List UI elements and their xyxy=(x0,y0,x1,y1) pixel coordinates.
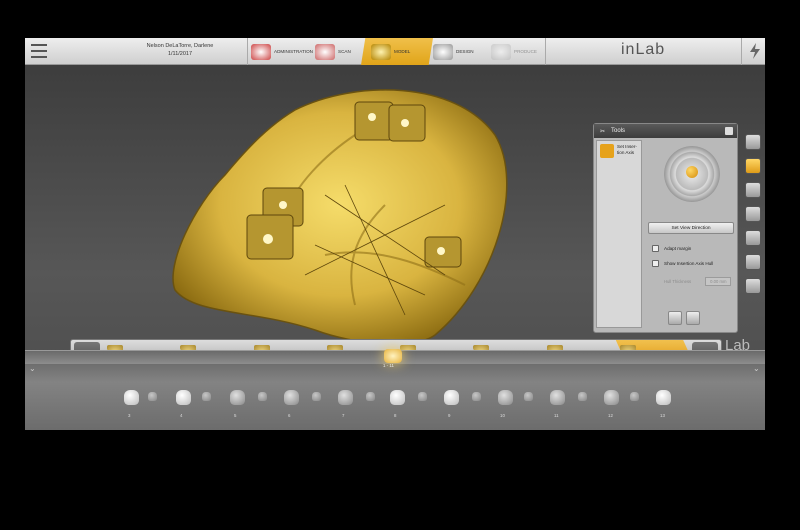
divider xyxy=(545,38,546,65)
design-icon xyxy=(433,43,453,60)
top-bar: Nelson DeLaTorre, Darlene 1/11/2017 ADMI… xyxy=(25,38,765,65)
set-view-direction-button[interactable]: Set View Direction xyxy=(648,222,734,234)
tooth-gap[interactable] xyxy=(148,392,157,401)
model-icon xyxy=(371,43,391,60)
tooth-10[interactable] xyxy=(498,390,513,405)
tooth-12[interactable] xyxy=(604,390,619,405)
divider xyxy=(247,38,248,65)
tooth-gap[interactable] xyxy=(312,392,321,401)
phase-design[interactable]: DESIGN xyxy=(433,38,474,65)
tooth-number: 11 xyxy=(554,413,559,418)
sidebar-analysis-button[interactable] xyxy=(745,230,761,246)
jaw-label: 1 - 11 xyxy=(383,363,394,368)
tooth-3[interactable] xyxy=(124,390,139,405)
tooth-7[interactable] xyxy=(338,390,353,405)
reset-button[interactable] xyxy=(686,311,700,325)
tooth-number: 8 xyxy=(394,413,397,418)
tooth-4[interactable] xyxy=(176,390,191,405)
tooth-6[interactable] xyxy=(284,390,299,405)
patient-info: Nelson DeLaTorre, Darlene 1/11/2017 xyxy=(120,42,240,58)
3d-viewport[interactable]: ✂ Tools Set Inser-tion Axis Set View Dir… xyxy=(25,65,765,367)
right-sidebar xyxy=(745,134,763,302)
administration-icon xyxy=(251,43,271,60)
tooth-number: 6 xyxy=(288,413,291,418)
show-insertion-axis-hull-checkbox[interactable]: Show Insertion Axis Hull xyxy=(652,260,713,267)
tooth-number: 13 xyxy=(660,413,665,418)
tooth-9[interactable] xyxy=(444,390,459,405)
tooth-13[interactable] xyxy=(656,390,671,405)
undo-button[interactable] xyxy=(668,311,682,325)
tooth-number: 3 xyxy=(128,413,131,418)
sidebar-library-button[interactable] xyxy=(745,278,761,294)
tooth-number: 5 xyxy=(234,413,237,418)
checkbox-box[interactable] xyxy=(652,245,659,252)
tools-title: Tools xyxy=(611,128,626,134)
inlab-window: Nelson DeLaTorre, Darlene 1/11/2017 ADMI… xyxy=(25,38,765,430)
tooth-number: 12 xyxy=(608,413,613,418)
tools-panel: ✂ Tools Set Inser-tion Axis Set View Dir… xyxy=(593,123,738,333)
phase-model[interactable]: MODEL xyxy=(361,38,433,65)
checkbox-box[interactable] xyxy=(652,260,659,267)
tooth-gap[interactable] xyxy=(258,392,267,401)
phase-produce[interactable]: PRODUCE xyxy=(491,38,537,65)
tooth-gap[interactable] xyxy=(366,392,375,401)
sidebar-settings-button[interactable] xyxy=(745,254,761,270)
tooth-number: 7 xyxy=(342,413,345,418)
tooth-5[interactable] xyxy=(230,390,245,405)
tooth-8[interactable] xyxy=(390,390,405,405)
tooth-gap[interactable] xyxy=(630,392,639,401)
produce-icon xyxy=(491,43,511,60)
tooth-gap[interactable] xyxy=(578,392,587,401)
brand-logo: inLab xyxy=(621,41,666,58)
patient-date: 1/11/2017 xyxy=(167,51,193,57)
adapt-margin-checkbox[interactable]: Adapt margin xyxy=(652,245,691,252)
sidebar-tools-button[interactable] xyxy=(745,158,761,174)
sidebar-model-button[interactable] xyxy=(745,134,761,150)
tooth-gap[interactable] xyxy=(524,392,533,401)
tooth-number: 10 xyxy=(500,413,505,418)
collapse-right-chevron-icon[interactable]: ⌄ xyxy=(753,364,760,373)
patient-name: Nelson DeLaTorre, Darlene xyxy=(146,43,214,49)
collapse-left-chevron-icon[interactable]: ⌄ xyxy=(29,364,36,373)
tool-set-insertion-axis[interactable]: Set Inser-tion Axis xyxy=(597,141,641,161)
menu-icon[interactable] xyxy=(31,44,47,58)
sidebar-screenshot-button[interactable] xyxy=(745,206,761,222)
joystick-knob[interactable] xyxy=(686,166,698,178)
flash-icon[interactable] xyxy=(749,43,761,59)
panel-close-icon[interactable] xyxy=(725,127,733,135)
phase-scan[interactable]: SCAN xyxy=(315,38,351,65)
tools-action-buttons xyxy=(668,311,700,325)
phase-administration[interactable]: ADMINISTRATION xyxy=(251,38,313,65)
tooth-number: 9 xyxy=(448,413,451,418)
tooth-number: 4 xyxy=(180,413,183,418)
view-direction-joystick[interactable] xyxy=(664,146,720,202)
tooth-gap[interactable] xyxy=(472,392,481,401)
tooth-gap[interactable] xyxy=(418,392,427,401)
hull-thickness-field: Hull Thickness 0.00 mm xyxy=(664,277,732,286)
jaw-indicator-icon[interactable] xyxy=(384,349,402,363)
scan-icon xyxy=(315,43,335,60)
tooth-selector: 3 4 5 6 7 8 9 10 11 12 13 xyxy=(120,386,680,426)
tooth-11[interactable] xyxy=(550,390,565,405)
sidebar-view-button[interactable] xyxy=(745,182,761,198)
tools-list: Set Inser-tion Axis xyxy=(596,140,642,328)
tools-header: ✂ Tools xyxy=(594,124,737,138)
tools-icon: ✂ xyxy=(600,128,606,135)
divider xyxy=(741,38,742,65)
insertion-axis-icon xyxy=(600,144,614,158)
tooth-gap[interactable] xyxy=(202,392,211,401)
